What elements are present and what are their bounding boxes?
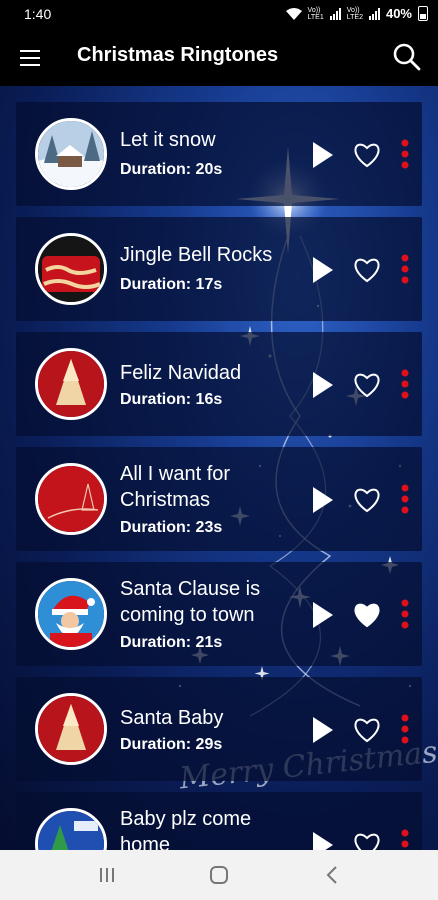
ringtone-item[interactable]: Santa Clause is coming to town Duration:… [16, 562, 422, 666]
ringtone-duration: Duration: 16s [120, 391, 223, 408]
status-time: 1:40 [24, 6, 52, 22]
ringtone-title: All I want for Christmas [120, 463, 231, 511]
merry-christmas-thumbnail [35, 233, 107, 305]
battery-percent: 40% [385, 6, 412, 21]
more-vertical-icon[interactable] [400, 369, 410, 399]
ringtone-item[interactable]: Jingle Bell Rocks Duration: 17s [16, 217, 422, 321]
play-icon[interactable] [312, 716, 334, 744]
ringtone-item[interactable]: All I want for Christmas Duration: 23s [16, 447, 422, 551]
back-icon[interactable] [322, 864, 344, 886]
signal-icon-2 [368, 7, 380, 20]
sim2-indicator: Vo)) LTE2 [346, 6, 363, 21]
wifi-icon [285, 7, 302, 20]
play-icon[interactable] [312, 831, 334, 850]
more-vertical-icon[interactable] [400, 714, 410, 744]
home-icon[interactable] [208, 864, 230, 886]
heart-outline-icon[interactable] [353, 717, 381, 743]
ringtone-title: Feliz Navidad [120, 362, 242, 384]
more-vertical-icon[interactable] [400, 139, 410, 169]
gold-tree-thumbnail [35, 348, 107, 420]
ringtone-duration: Duration: 29s [120, 736, 223, 753]
heart-outline-icon[interactable] [353, 372, 381, 398]
ringtone-duration: Duration: 17s [120, 276, 223, 293]
more-vertical-icon[interactable] [400, 829, 410, 850]
search-icon[interactable] [392, 42, 422, 72]
play-icon[interactable] [312, 371, 334, 399]
ringtone-item[interactable]: Let it snow Duration: 20s [16, 102, 422, 206]
snowy-house-thumbnail [35, 118, 107, 190]
play-icon[interactable] [312, 256, 334, 284]
ringtone-title: Santa Baby [120, 707, 224, 729]
ringtone-duration: Duration: 20s [120, 161, 223, 178]
ringtone-title: Jingle Bell Rocks [120, 244, 273, 266]
ringtone-item[interactable]: Baby plz come home [16, 792, 422, 850]
ringtone-title: Baby plz come home [120, 808, 252, 850]
santa-thumbnail [35, 578, 107, 650]
status-icons: Vo)) LTE1 Vo)) LTE2 40% [285, 6, 428, 21]
play-icon[interactable] [312, 141, 334, 169]
ringtone-duration: Duration: 23s [120, 519, 223, 536]
more-vertical-icon[interactable] [400, 254, 410, 284]
hamburger-menu-icon[interactable] [18, 46, 42, 70]
play-icon[interactable] [312, 601, 334, 629]
status-bar: 1:40 Vo)) LTE1 Vo)) LTE2 40% [0, 0, 438, 30]
blue-tree-thumbnail [35, 808, 107, 850]
red-swirl-thumbnail [35, 463, 107, 535]
heart-outline-icon[interactable] [353, 257, 381, 283]
app-bar: Christmas Ringtones [0, 30, 438, 86]
play-icon[interactable] [312, 486, 334, 514]
ringtone-title: Santa Clause is coming to town [120, 578, 261, 626]
more-vertical-icon[interactable] [400, 484, 410, 514]
signal-icon [329, 7, 341, 20]
gold-tree-thumbnail [35, 693, 107, 765]
ringtone-list[interactable]: Merry Christmas ! Let it snow Duration: … [0, 86, 438, 850]
heart-outline-icon[interactable] [353, 487, 381, 513]
system-nav-bar [0, 850, 438, 900]
heart-outline-icon[interactable] [353, 142, 381, 168]
battery-icon [418, 6, 428, 21]
heart-outline-icon[interactable] [353, 832, 381, 850]
heart-filled-icon[interactable] [353, 602, 381, 628]
sim1-indicator: Vo)) LTE1 [307, 6, 324, 21]
more-vertical-icon[interactable] [400, 599, 410, 629]
recents-icon[interactable] [96, 864, 118, 886]
ringtone-item[interactable]: Feliz Navidad Duration: 16s [16, 332, 422, 436]
ringtone-item[interactable]: Santa Baby Duration: 29s [16, 677, 422, 781]
app-title: Christmas Ringtones [77, 44, 279, 66]
ringtone-title: Let it snow [120, 129, 216, 151]
ringtone-duration: Duration: 21s [120, 634, 223, 651]
